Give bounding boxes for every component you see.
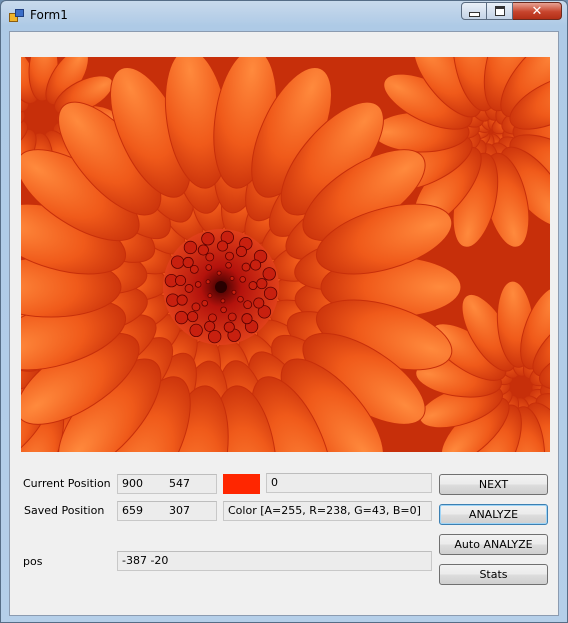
current-position-y: 547 [169,477,190,490]
app-icon [9,9,24,22]
count-field: 0 [266,473,432,493]
pos-value: -387 -20 [122,554,169,567]
flower-image [21,57,550,452]
close-icon: ✕ [531,3,543,19]
saved-position-label: Saved Position [24,504,105,517]
next-button[interactable]: NEXT [439,474,548,495]
window-title: Form1 [30,8,68,22]
color-field: Color [A=255, R=238, G=43, B=0] [223,501,432,521]
color-swatch [223,474,260,494]
picture-box[interactable] [21,57,550,452]
analyze-button[interactable]: ANALYZE [439,504,548,525]
maximize-icon [494,6,505,16]
saved-position-x: 659 [122,504,143,517]
saved-position-y: 307 [169,504,190,517]
stats-button[interactable]: Stats [439,564,548,585]
maximize-button[interactable] [487,2,513,20]
count-value: 0 [271,476,278,489]
minimize-button[interactable] [461,2,487,20]
title-bar[interactable]: Form1 ✕ [1,1,567,31]
current-position-label: Current Position [23,477,111,490]
color-value: Color [A=255, R=238, G=43, B=0] [228,504,421,517]
app-window: Form1 ✕ Current Position 900 547 0 Saved… [0,0,568,623]
auto-analyze-button[interactable]: Auto ANALYZE [439,534,548,555]
close-button[interactable]: ✕ [513,2,562,20]
pos-field: -387 -20 [117,551,432,571]
minimize-icon [468,11,480,17]
form-client-area: Current Position 900 547 0 Saved Positio… [9,31,559,616]
current-position-field: 900 547 [117,474,217,494]
saved-position-field: 659 307 [117,501,217,521]
current-position-x: 900 [122,477,143,490]
pos-label: pos [23,555,43,568]
window-controls: ✕ [461,2,562,21]
